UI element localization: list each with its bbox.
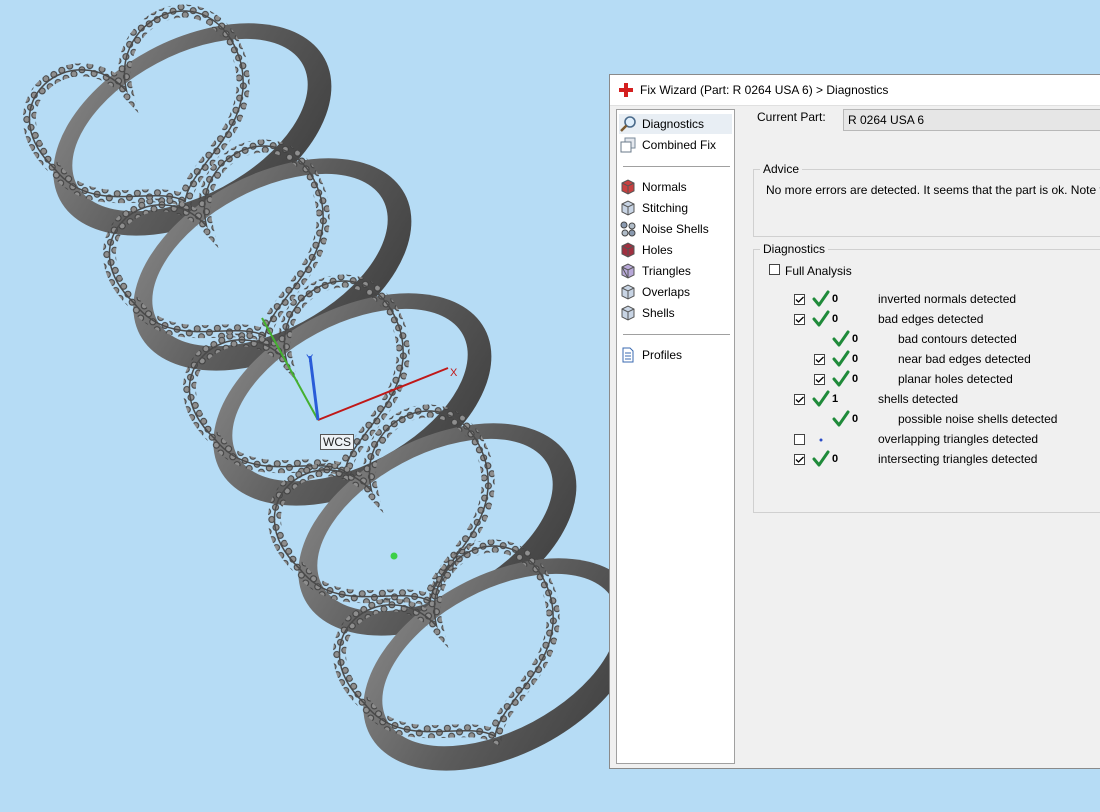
nav-divider <box>623 334 730 335</box>
diagnostics-group: Diagnostics Full Analysis 0 inverted norm… <box>753 242 1100 513</box>
nav-label: Normals <box>642 180 687 194</box>
ring-model-render: X Y <box>23 4 642 771</box>
row-checkbox[interactable] <box>814 374 825 385</box>
advice-group: Advice No more errors are detected. It s… <box>753 162 1100 237</box>
wizard-navigation: Diagnostics Combined Fix Normals Stitchi… <box>616 109 735 764</box>
row-checkbox[interactable] <box>814 354 825 365</box>
row-label: planar holes detected <box>898 372 1013 386</box>
current-part-field[interactable]: R 0264 USA 6 <box>843 109 1100 131</box>
nav-item-triangles[interactable]: Triangles <box>619 261 695 281</box>
check-mark-icon <box>832 350 850 367</box>
medical-cross-icon <box>619 83 633 97</box>
row-checkbox[interactable] <box>794 434 805 445</box>
row-checkbox[interactable] <box>794 394 805 405</box>
row-label: intersecting triangles detected <box>878 452 1038 466</box>
stitching-cube-icon <box>621 200 635 216</box>
current-part-label: Current Part: <box>757 110 826 124</box>
row-count: 0 <box>852 333 859 345</box>
3d-viewport[interactable]: X Y WCS <box>0 0 642 809</box>
x-axis-label: X <box>450 367 458 379</box>
check-mark-icon <box>812 310 830 327</box>
normals-cube-icon <box>621 179 635 195</box>
nav-label: Diagnostics <box>642 117 705 131</box>
row-checkbox[interactable] <box>794 454 805 465</box>
nav-item-shells[interactable]: Shells <box>619 303 679 323</box>
row-count: 1 <box>832 393 839 405</box>
check-mark-icon <box>812 390 830 407</box>
check-mark-icon <box>812 450 830 467</box>
nav-item-holes[interactable]: Holes <box>619 240 677 260</box>
nav-item-stitching[interactable]: Stitching <box>619 198 692 218</box>
check-mark-icon <box>812 290 830 307</box>
combined-fix-icon <box>620 137 636 153</box>
nav-label: Profiles <box>642 348 683 362</box>
diagnostics-title: Diagnostics <box>760 242 829 256</box>
overlaps-cube-icon <box>621 284 635 300</box>
check-mark-icon <box>832 370 850 387</box>
triangles-cube-icon <box>621 263 635 279</box>
wcs-label: WCS <box>320 434 354 450</box>
row-count: 0 <box>832 293 839 305</box>
profiles-document-icon <box>622 347 634 363</box>
row-label: near bad edges detected <box>898 352 1031 366</box>
nav-item-diagnostics[interactable]: Diagnostics <box>619 114 732 134</box>
row-label: overlapping triangles detected <box>878 432 1039 446</box>
wizard-title: Fix Wizard (Part: R 0264 USA 6) > Diagno… <box>640 83 889 97</box>
nav-item-overlaps[interactable]: Overlaps <box>619 282 694 302</box>
nav-item-noise-shells[interactable]: Noise Shells <box>619 219 713 239</box>
nav-item-combined-fix[interactable]: Combined Fix <box>619 135 720 155</box>
fix-wizard-window: Fix Wizard (Part: R 0264 USA 6) > Diagno… <box>609 74 1100 769</box>
noise-shells-icon <box>620 221 636 237</box>
row-count: 0 <box>832 313 839 325</box>
wizard-titlebar: Fix Wizard (Part: R 0264 USA 6) > Diagno… <box>610 75 1100 106</box>
nav-label: Combined Fix <box>642 138 717 152</box>
nav-label: Overlaps <box>642 285 691 299</box>
nav-label: Holes <box>642 243 673 257</box>
nav-label: Shells <box>642 306 675 320</box>
magnifier-icon <box>620 116 636 132</box>
nav-divider <box>623 166 730 167</box>
row-count: 0 <box>852 353 859 365</box>
holes-cube-icon <box>621 242 635 258</box>
full-analysis-label: Full Analysis <box>785 264 852 278</box>
nav-item-profiles[interactable]: Profiles <box>619 345 686 365</box>
pending-dot-icon <box>819 438 823 442</box>
row-checkbox[interactable] <box>794 314 805 325</box>
row-checkbox[interactable] <box>794 294 805 305</box>
row-label: possible noise shells detected <box>898 412 1058 426</box>
shells-cube-icon <box>621 305 635 321</box>
nav-label: Triangles <box>642 264 691 278</box>
nav-label: Stitching <box>642 201 689 215</box>
nav-item-normals[interactable]: Normals <box>619 177 691 197</box>
nav-label: Noise Shells <box>642 222 709 236</box>
pivot-marker <box>390 552 398 560</box>
row-label: inverted normals detected <box>878 292 1017 306</box>
advice-text: No more errors are detected. It seems th… <box>766 183 1100 197</box>
check-mark-icon <box>832 330 850 347</box>
row-label: bad contours detected <box>898 332 1017 346</box>
full-analysis-checkbox[interactable] <box>769 264 780 275</box>
y-axis-label: Y <box>306 353 314 365</box>
row-count: 0 <box>832 453 839 465</box>
advice-title: Advice <box>760 162 803 176</box>
row-count: 0 <box>852 413 859 425</box>
check-mark-icon <box>832 410 850 427</box>
row-label: bad edges detected <box>878 312 984 326</box>
row-count: 0 <box>852 373 859 385</box>
row-label: shells detected <box>878 392 959 406</box>
